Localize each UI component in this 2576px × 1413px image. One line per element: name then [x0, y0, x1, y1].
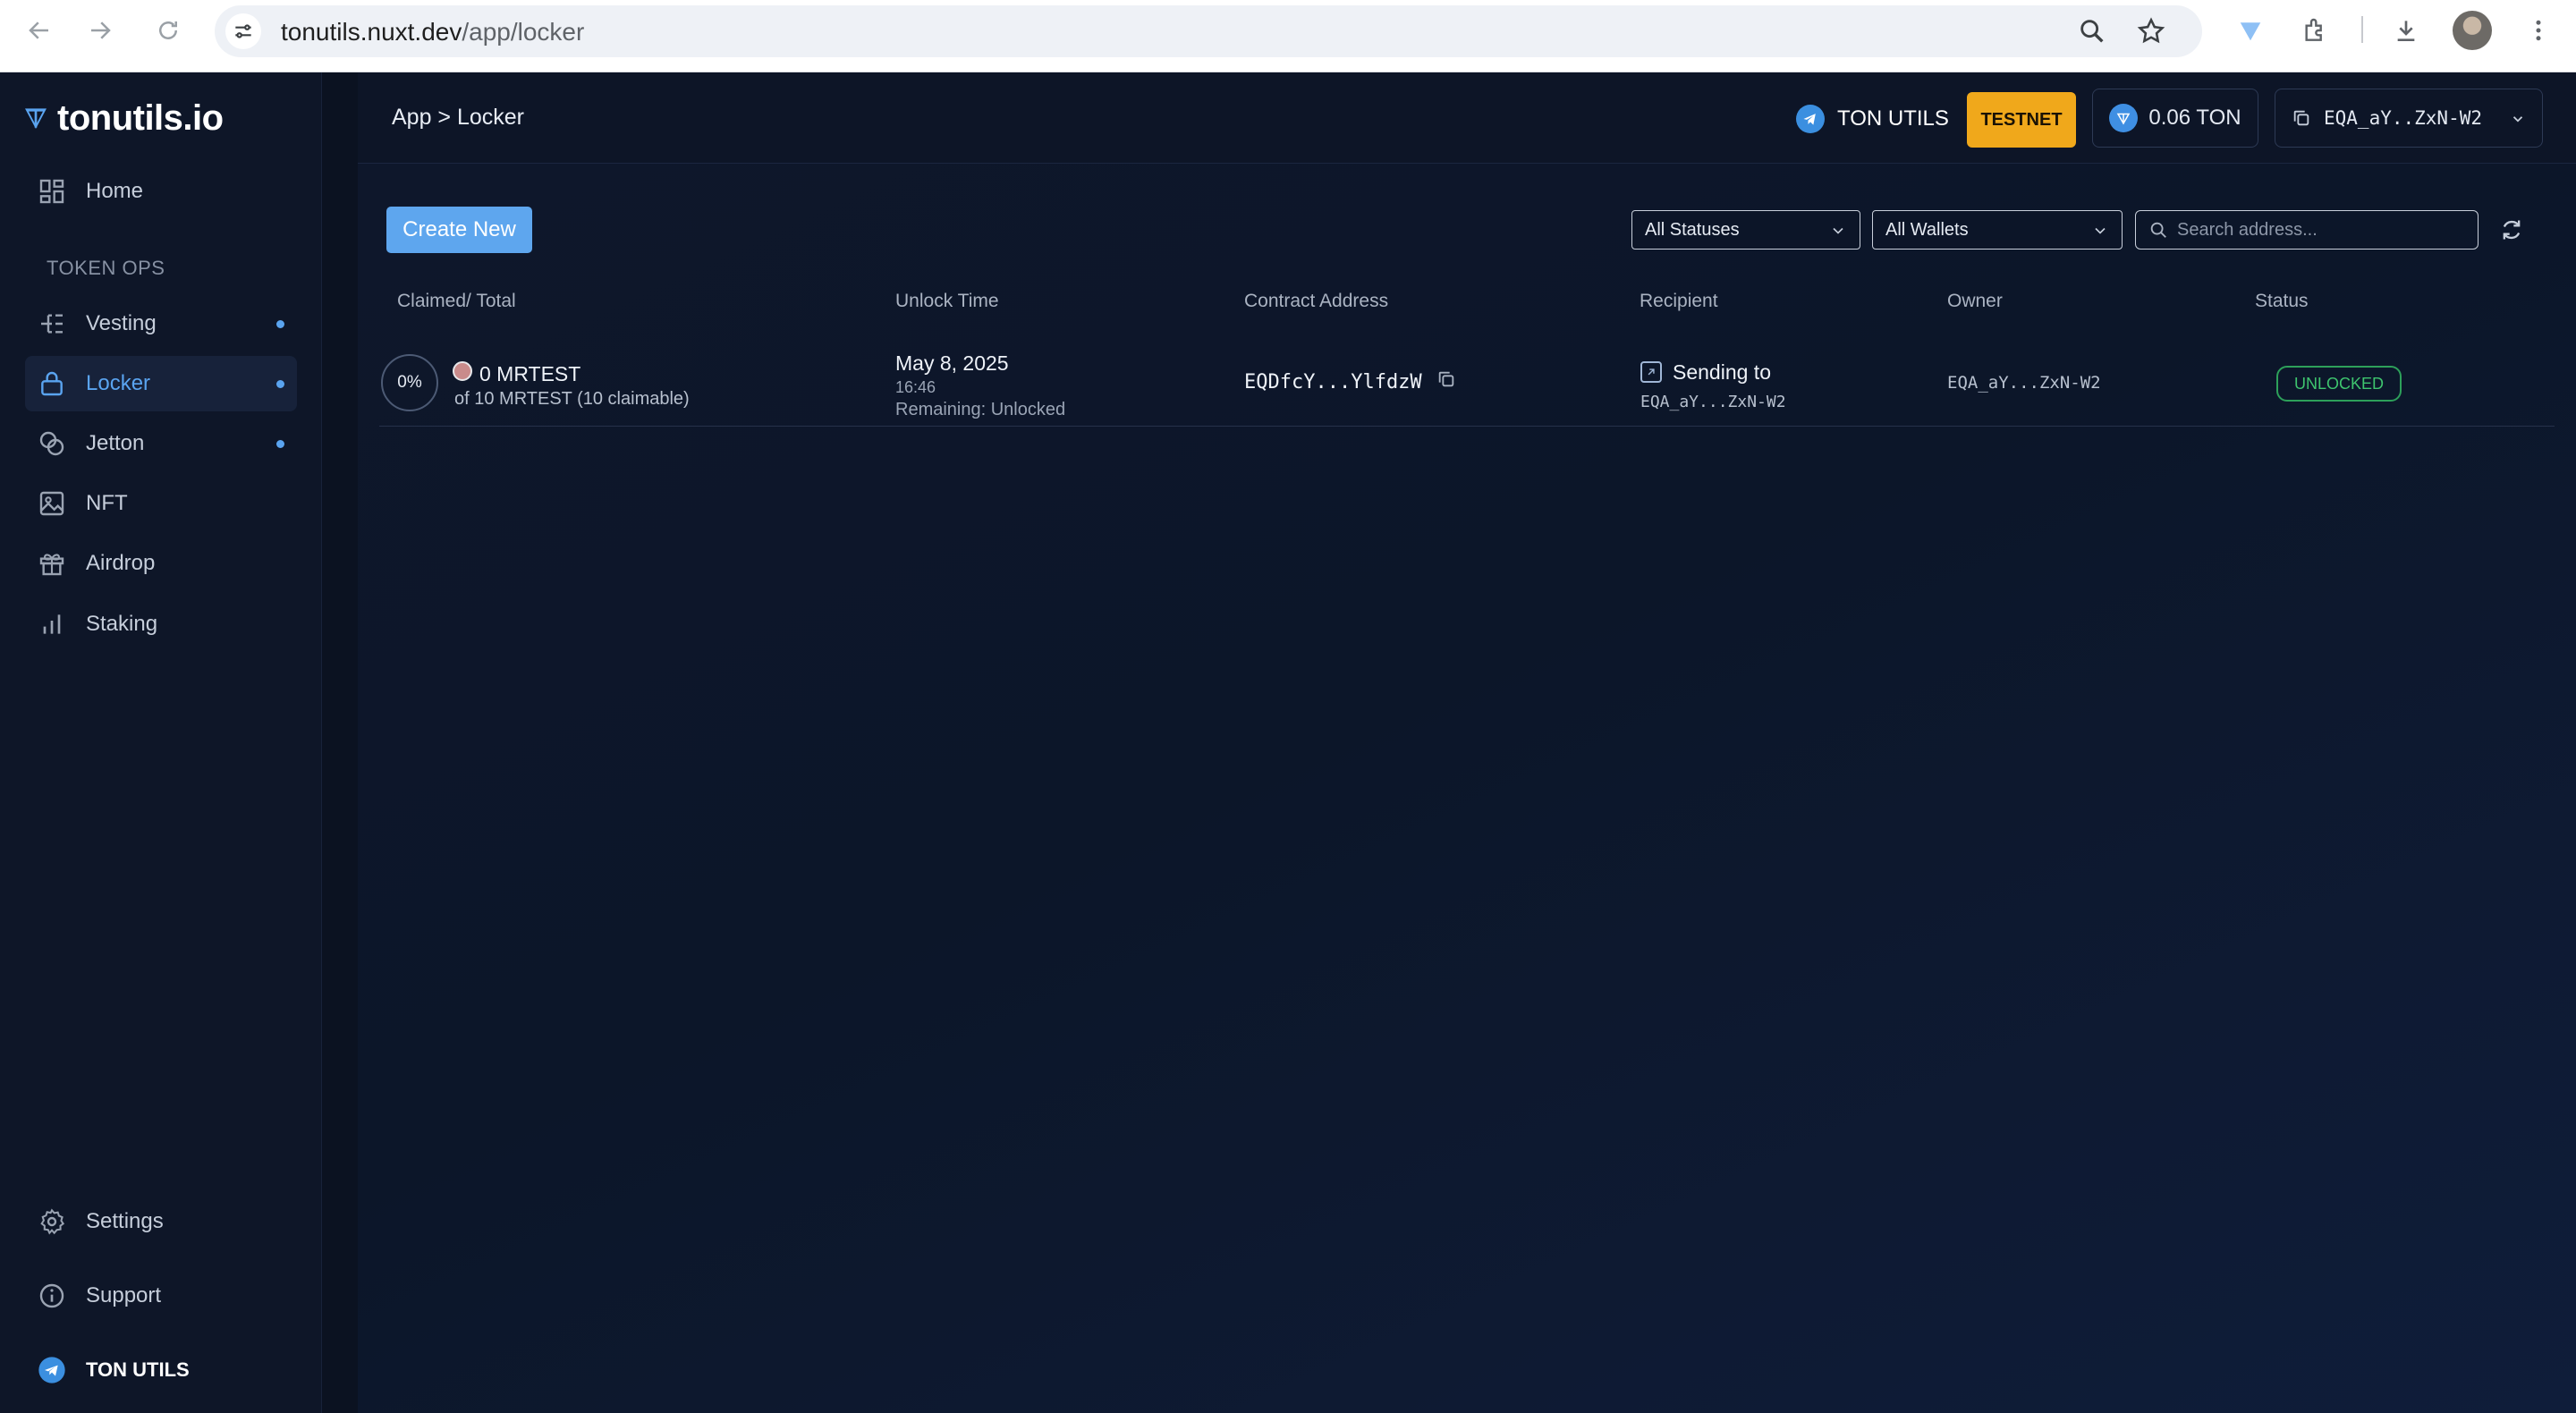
sidebar-item-nft[interactable]: NFT: [25, 476, 297, 531]
search-box[interactable]: [2135, 210, 2479, 250]
zoom-icon[interactable]: [2077, 16, 2109, 48]
app-header: App > Locker TON UTILS TESTNET 0.06 TON …: [358, 72, 2576, 164]
claim-progress-circle: 0%: [381, 354, 438, 411]
sidebar-item-ton-utils[interactable]: TON UTILS: [25, 1342, 297, 1398]
sidebar-item-label: Airdrop: [86, 551, 156, 575]
indicator-dot: [276, 380, 284, 388]
coins-icon: [36, 427, 68, 460]
extensions-icon[interactable]: [2297, 13, 2333, 48]
status-filter-select[interactable]: All Statuses: [1631, 210, 1860, 250]
column-header-claimed[interactable]: Claimed/ Total: [397, 291, 516, 312]
recipient-label: Sending to: [1673, 360, 1771, 384]
wallet-filter-value: All Wallets: [1885, 219, 1969, 240]
column-header-owner[interactable]: Owner: [1947, 291, 2003, 312]
chevron-down-icon: [2095, 227, 2106, 234]
vesting-icon: [36, 308, 68, 340]
claimed-amount: 0 MRTEST: [479, 362, 581, 385]
wallet-address: EQA_aY..ZxN-W2: [2324, 107, 2483, 129]
column-header-recipient[interactable]: Recipient: [1640, 291, 1718, 312]
main-content: Create New All Statuses All Wallets Clai…: [358, 164, 2576, 1413]
back-icon[interactable]: [21, 13, 57, 48]
profile-avatar[interactable]: [2453, 11, 2492, 50]
grid-icon: [36, 175, 68, 207]
sidebar-item-label: Support: [86, 1283, 162, 1307]
site-info-icon[interactable]: [225, 13, 261, 49]
telegram-icon: [1796, 105, 1825, 133]
sidebar-item-label: Vesting: [86, 311, 157, 335]
sidebar: tonutils.io Home TOKEN OPS Vesting Locke…: [0, 72, 322, 1413]
sidebar-item-label: Staking: [86, 612, 158, 636]
logo[interactable]: tonutils.io: [21, 96, 224, 140]
owner-address[interactable]: EQA_aY...ZxN-W2: [1947, 373, 2101, 393]
sidebar-item-airdrop[interactable]: Airdrop: [25, 536, 297, 591]
total-amount: of 10 MRTEST (10 claimable): [454, 389, 690, 409]
contract-address[interactable]: EQDfcY...YlfdzW: [1244, 371, 1422, 393]
column-header-unlock-time[interactable]: Unlock Time: [895, 291, 999, 312]
balance-label: 0.06 TON: [2148, 106, 2241, 130]
search-icon: [2150, 222, 2166, 238]
refresh-icon[interactable]: [2496, 214, 2528, 246]
remaining-time: Remaining: Unlocked: [895, 400, 1066, 419]
bar-chart-icon: [36, 608, 68, 640]
ton-logo-icon: [25, 108, 47, 129]
copy-icon: [2293, 110, 2309, 126]
recipient-address[interactable]: EQA_aY...ZxN-W2: [1640, 393, 1786, 411]
sidebar-item-jetton[interactable]: Jetton: [25, 416, 297, 471]
download-icon[interactable]: [2388, 13, 2424, 48]
breadcrumb: App > Locker: [392, 105, 525, 130]
wallet-selector[interactable]: EQA_aY..ZxN-W2: [2275, 89, 2543, 148]
external-link-icon[interactable]: [1640, 361, 1662, 383]
balance-display[interactable]: 0.06 TON: [2092, 89, 2258, 148]
create-new-button[interactable]: Create New: [386, 207, 532, 253]
telegram-link[interactable]: TON UTILS: [1796, 101, 1949, 137]
ton-coin-icon: [2109, 104, 2139, 132]
sidebar-item-label: Home: [86, 179, 144, 203]
image-icon: [36, 487, 68, 520]
sidebar-item-settings[interactable]: Settings: [25, 1194, 297, 1249]
sidebar-item-label: Jetton: [86, 431, 145, 455]
unlock-time: 16:46: [895, 378, 936, 396]
sidebar-item-home[interactable]: Home: [25, 164, 297, 219]
gift-icon: [36, 547, 68, 580]
more-menu-icon[interactable]: [2521, 13, 2556, 48]
bookmark-star-icon[interactable]: [2136, 16, 2168, 48]
search-input[interactable]: [2177, 219, 2463, 241]
address-bar[interactable]: tonutils.nuxt.dev/app/locker: [215, 5, 2202, 57]
sidebar-item-staking[interactable]: Staking: [25, 597, 297, 652]
sidebar-item-support[interactable]: Support: [25, 1268, 297, 1324]
sidebar-item-label: Settings: [86, 1209, 164, 1233]
sidebar-item-vesting[interactable]: Vesting: [25, 296, 297, 351]
gear-icon: [36, 1206, 68, 1238]
sidebar-item-locker[interactable]: Locker: [25, 356, 297, 411]
telegram-icon: [36, 1354, 68, 1386]
copy-icon[interactable]: [1436, 369, 1458, 391]
indicator-dot: [276, 440, 284, 448]
chevron-down-icon: [2512, 116, 2523, 123]
forward-icon[interactable]: [82, 13, 118, 48]
section-label: TOKEN OPS: [47, 257, 165, 279]
browser-toolbar: tonutils.nuxt.dev/app/locker: [0, 0, 2576, 72]
wallet-filter-select[interactable]: All Wallets: [1872, 210, 2123, 250]
indicator-dot: [276, 320, 284, 328]
unlock-date: May 8, 2025: [895, 351, 1009, 375]
token-avatar-icon: [453, 361, 472, 381]
column-header-contract[interactable]: Contract Address: [1244, 291, 1388, 312]
status-filter-value: All Statuses: [1645, 219, 1740, 240]
chevron-down-icon: [1833, 227, 1843, 234]
status-badge: UNLOCKED: [2276, 366, 2402, 402]
sidebar-item-label: NFT: [86, 491, 128, 515]
lock-icon: [36, 368, 68, 400]
sidebar-item-label: Locker: [86, 371, 151, 395]
ton-extension-icon[interactable]: [2233, 13, 2268, 48]
table-row[interactable]: 0% 0 MRTEST of 10 MRTEST (10 claimable) …: [379, 339, 2555, 427]
reload-icon[interactable]: [150, 13, 186, 48]
toolbar-divider: [2361, 16, 2363, 43]
sidebar-item-label: TON UTILS: [86, 1358, 190, 1381]
telegram-label: TON UTILS: [1837, 106, 1949, 131]
info-icon: [36, 1280, 68, 1312]
network-badge[interactable]: TESTNET: [1967, 92, 2076, 148]
logo-text: tonutils.io: [57, 97, 224, 138]
url-text[interactable]: tonutils.nuxt.dev/app/locker: [281, 18, 584, 47]
column-header-status[interactable]: Status: [2255, 291, 2309, 312]
